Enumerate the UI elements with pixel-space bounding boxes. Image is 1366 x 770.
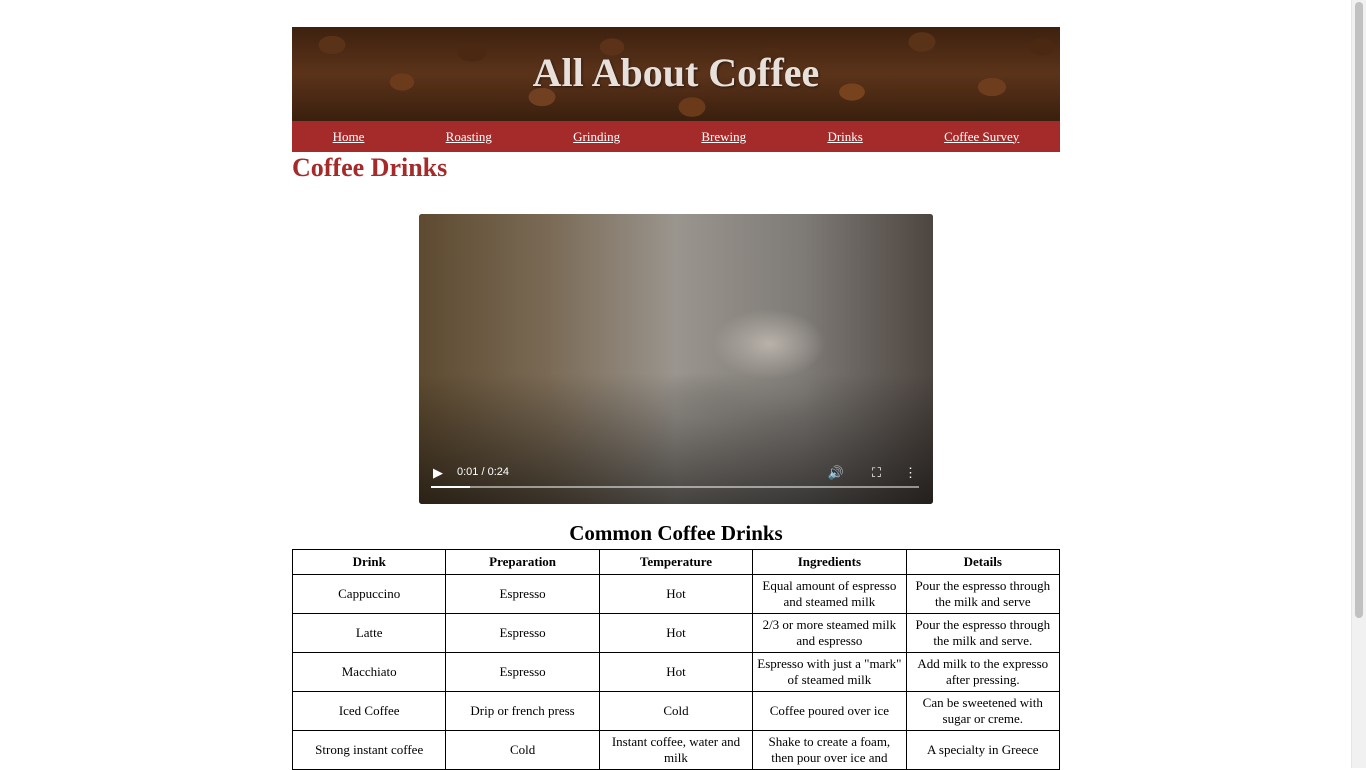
table-cell: Pour the espresso through the milk and s…: [905, 574, 1061, 614]
scrollbar-thumb[interactable]: [1355, 2, 1363, 618]
page-title: Coffee Drinks: [292, 153, 448, 182]
nav-link-home[interactable]: Home: [333, 129, 365, 145]
nav-link-roasting[interactable]: Roasting: [446, 129, 492, 145]
header-cell: Ingredients: [752, 549, 907, 575]
nav-link-grinding[interactable]: Grinding: [573, 129, 620, 145]
table-cell: Instant coffee, water and milk: [598, 730, 754, 770]
more-options-icon[interactable]: ⋮: [904, 465, 917, 481]
table-cell: 2/3 or more steamed milk and espresso: [752, 613, 907, 653]
table-cell: Hot: [598, 652, 754, 692]
table-cell: Cold: [445, 730, 600, 770]
video-progress-fill: [431, 486, 471, 488]
table-cell: Add milk to the expresso after pressing.: [905, 652, 1061, 692]
table-row: Iced Coffee Drip or french press Cold Co…: [291, 691, 1061, 731]
fullscreen-icon[interactable]: ⛶: [872, 465, 881, 481]
table-row: Latte Espresso Hot 2/3 or more steamed m…: [291, 613, 1061, 653]
table-cell: Hot: [598, 613, 754, 653]
header-banner: All About Coffee: [292, 27, 1060, 121]
table-cell: Iced Coffee: [291, 691, 447, 731]
table-cell: Shake to create a foam, then pour over i…: [752, 730, 907, 770]
nav-link-coffee-survey[interactable]: Coffee Survey: [944, 129, 1019, 145]
play-icon[interactable]: ▶: [433, 465, 443, 481]
header-cell: Preparation: [445, 549, 600, 575]
table-title: Common Coffee Drinks: [569, 521, 783, 545]
table-cell: Pour the espresso through the milk and s…: [905, 613, 1061, 653]
table-cell: Espresso: [445, 574, 600, 614]
video-player[interactable]: ▶ 0:01 / 0:24 🔊 ⛶ ⋮: [419, 214, 933, 504]
table-header-row: Drink Preparation Temperature Ingredient…: [291, 549, 1061, 575]
table-cell: Espresso with just a "mark" of steamed m…: [752, 652, 907, 692]
table-cell: Espresso: [445, 613, 600, 653]
video-progress-bar[interactable]: [431, 486, 919, 488]
table-cell: Latte: [291, 613, 447, 653]
table-row: Cappuccino Espresso Hot Equal amount of …: [291, 574, 1061, 614]
page-container: All About Coffee Home Roasting Grinding …: [291, 27, 1061, 770]
table-row: Strong instant coffee Cold Instant coffe…: [291, 730, 1061, 770]
nav-link-drinks[interactable]: Drinks: [827, 129, 862, 145]
table-cell: Cold: [598, 691, 754, 731]
table-cell: A specialty in Greece: [905, 730, 1061, 770]
table-row: Macchiato Espresso Hot Espresso with jus…: [291, 652, 1061, 692]
video-time-display: 0:01 / 0:24: [457, 466, 509, 478]
table-cell: Cappuccino: [291, 574, 447, 614]
table-cell: Macchiato: [291, 652, 447, 692]
site-title: All About Coffee: [532, 50, 820, 95]
main-nav: Home Roasting Grinding Brewing Drinks Co…: [292, 121, 1060, 152]
table-cell: Coffee poured over ice: [752, 691, 907, 731]
table-cell: Can be sweetened with sugar or creme.: [905, 691, 1061, 731]
nav-link-brewing[interactable]: Brewing: [701, 129, 746, 145]
header-cell: Details: [905, 549, 1061, 575]
table-cell: Drip or french press: [445, 691, 600, 731]
header-cell: Drink: [291, 549, 447, 575]
table-cell: Strong instant coffee: [291, 730, 447, 770]
video-controls: ▶ 0:01 / 0:24 🔊 ⛶ ⋮: [419, 454, 933, 504]
coffee-drinks-table: Drink Preparation Temperature Ingredient…: [291, 549, 1061, 770]
table-cell: Hot: [598, 574, 754, 614]
table-cell: Espresso: [445, 652, 600, 692]
table-cell: Equal amount of espresso and steamed mil…: [752, 574, 907, 614]
volume-icon[interactable]: 🔊: [828, 465, 844, 481]
page-scrollbar[interactable]: [1351, 0, 1366, 768]
header-cell: Temperature: [598, 549, 754, 575]
